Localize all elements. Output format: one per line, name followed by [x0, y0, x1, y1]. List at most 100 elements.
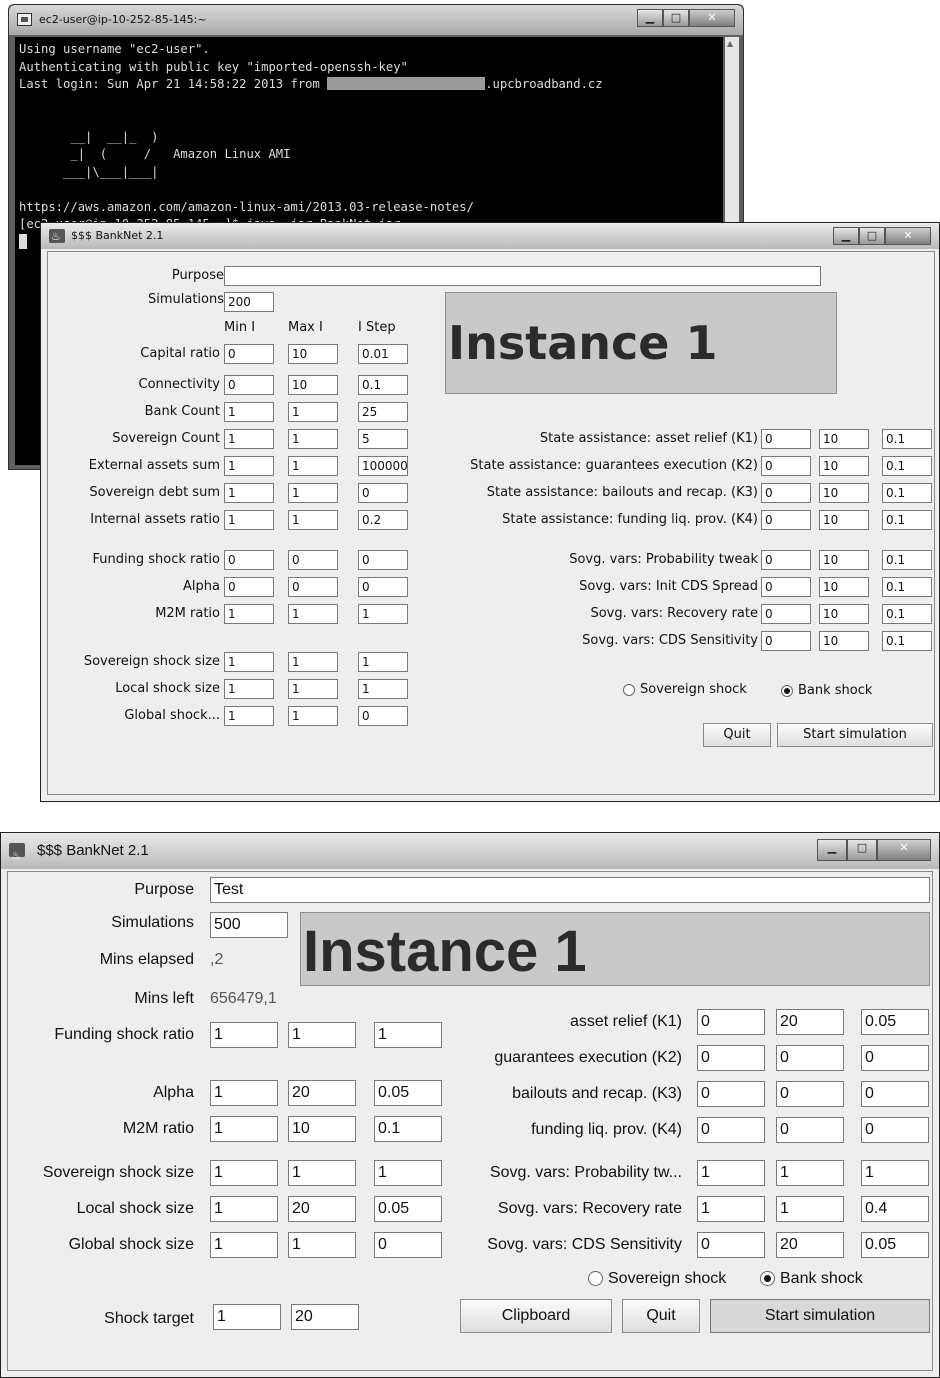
parameter-max-input[interactable]: 20 [288, 1196, 356, 1222]
parameter-max-input[interactable]: 1 [288, 510, 338, 530]
sovereign-shock-radio[interactable]: Sovereign shock [588, 1270, 726, 1288]
parameter-min-input[interactable]: 1 [224, 402, 274, 422]
maximize-icon[interactable]: □ [847, 839, 877, 861]
parameter-step-input[interactable]: 1 [358, 652, 408, 672]
parameter-max-input[interactable]: 0 [288, 577, 338, 597]
parameter-step-input[interactable]: 1 [358, 679, 408, 699]
parameter-min-input[interactable]: 1 [224, 679, 274, 699]
parameter-min-input[interactable]: 0 [761, 577, 811, 597]
parameter-max-input[interactable]: 10 [819, 577, 869, 597]
parameter-min-input[interactable]: 1 [224, 706, 274, 726]
parameter-max-input[interactable]: 10 [288, 1116, 356, 1142]
start-simulation-button[interactable]: Start simulation [710, 1299, 930, 1333]
purpose-input[interactable] [224, 266, 821, 286]
parameter-step-input[interactable]: 0.1 [882, 483, 932, 503]
maximize-icon[interactable]: □ [663, 9, 689, 27]
parameter-step-input[interactable]: 0.4 [861, 1196, 929, 1222]
parameter-max-input[interactable]: 1 [288, 1232, 356, 1258]
parameter-min-input[interactable]: 0 [697, 1009, 765, 1035]
parameter-step-input[interactable]: 1 [861, 1160, 929, 1186]
parameter-max-input[interactable]: 10 [819, 510, 869, 530]
parameter-max-input[interactable]: 20 [288, 1080, 356, 1106]
parameter-min-input[interactable]: 1 [224, 456, 274, 476]
parameter-max-input[interactable]: 1 [288, 679, 338, 699]
parameter-min-input[interactable]: 1 [210, 1232, 278, 1258]
parameter-step-input[interactable]: 0.05 [374, 1196, 442, 1222]
close-icon[interactable]: ✕ [877, 839, 931, 861]
parameter-max-input[interactable]: 10 [819, 550, 869, 570]
quit-button[interactable]: Quit [703, 723, 771, 747]
parameter-step-input[interactable]: 0.05 [861, 1232, 929, 1258]
close-icon[interactable]: ✕ [689, 9, 735, 27]
parameter-min-input[interactable]: 0 [761, 631, 811, 651]
parameter-max-input[interactable]: 10 [819, 456, 869, 476]
parameter-min-input[interactable]: 1 [224, 652, 274, 672]
parameter-step-input[interactable]: 0.1 [882, 631, 932, 651]
parameter-min-input[interactable]: 0 [761, 483, 811, 503]
parameter-max-input[interactable]: 1 [288, 483, 338, 503]
parameter-min-input[interactable]: 1 [224, 604, 274, 624]
parameter-min-input[interactable]: 0 [224, 550, 274, 570]
parameter-step-input[interactable]: 0.05 [374, 1080, 442, 1106]
parameter-max-input[interactable]: 1 [288, 604, 338, 624]
parameter-max-input[interactable]: 1 [288, 456, 338, 476]
parameter-step-input[interactable]: 25 [358, 402, 408, 422]
parameter-step-input[interactable]: 0.1 [882, 429, 932, 449]
parameter-min-input[interactable]: 0 [224, 577, 274, 597]
sovereign-shock-radio[interactable]: Sovereign shock [623, 682, 747, 697]
parameter-min-input[interactable]: 1 [224, 510, 274, 530]
parameter-max-input[interactable]: 20 [776, 1009, 844, 1035]
parameter-min-input[interactable]: 1 [210, 1116, 278, 1142]
minimize-icon[interactable]: ▁ [637, 9, 663, 27]
bank-shock-radio[interactable]: Bank shock [781, 683, 872, 698]
shock-target-max-input[interactable]: 20 [291, 1304, 359, 1330]
parameter-min-input[interactable]: 0 [697, 1117, 765, 1143]
parameter-step-input[interactable]: 0.01 [358, 344, 408, 364]
parameter-min-input[interactable]: 1 [697, 1196, 765, 1222]
parameter-step-input[interactable]: 0.1 [882, 456, 932, 476]
parameter-max-input[interactable]: 10 [288, 344, 338, 364]
parameter-min-input[interactable]: 0 [697, 1045, 765, 1071]
parameter-step-input[interactable]: 0.05 [861, 1009, 929, 1035]
parameter-min-input[interactable]: 1 [210, 1160, 278, 1186]
parameter-step-input[interactable]: 0.1 [882, 604, 932, 624]
parameter-max-input[interactable]: 0 [776, 1117, 844, 1143]
clipboard-button[interactable]: Clipboard [460, 1299, 612, 1333]
parameter-min-input[interactable]: 1 [210, 1080, 278, 1106]
simulations-input[interactable]: 200 [224, 292, 274, 312]
parameter-max-input[interactable]: 10 [819, 631, 869, 651]
parameter-min-input[interactable]: 0 [224, 375, 274, 395]
maximize-icon[interactable]: □ [859, 227, 885, 245]
parameter-max-input[interactable]: 0 [776, 1045, 844, 1071]
parameter-step-input[interactable]: 0.1 [374, 1116, 442, 1142]
quit-button[interactable]: Quit [622, 1299, 700, 1333]
parameter-min-input[interactable]: 0 [761, 456, 811, 476]
parameter-max-input[interactable]: 1 [776, 1196, 844, 1222]
parameter-step-input[interactable]: 0.1 [882, 577, 932, 597]
parameter-step-input[interactable]: 0.1 [882, 510, 932, 530]
parameter-max-input[interactable]: 1 [288, 402, 338, 422]
w2-titlebar[interactable]: $$$ BankNet 2.1 ▁ □ ✕ [1, 833, 939, 874]
parameter-step-input[interactable]: 0.1 [358, 375, 408, 395]
parameter-max-input[interactable]: 0 [288, 550, 338, 570]
bank-shock-radio[interactable]: Bank shock [760, 1270, 863, 1288]
minimize-icon[interactable]: ▁ [817, 839, 847, 861]
parameter-max-input[interactable]: 1 [288, 1022, 356, 1048]
minimize-icon[interactable]: ▁ [833, 227, 859, 245]
parameter-min-input[interactable]: 1 [224, 483, 274, 503]
parameter-step-input[interactable]: 0 [861, 1117, 929, 1143]
parameter-min-input[interactable]: 0 [697, 1232, 765, 1258]
parameter-max-input[interactable]: 1 [288, 652, 338, 672]
purpose-input[interactable]: Test [210, 877, 930, 903]
parameter-min-input[interactable]: 1 [210, 1022, 278, 1048]
parameter-max-input[interactable]: 10 [288, 375, 338, 395]
simulations-input[interactable]: 500 [210, 912, 288, 938]
parameter-max-input[interactable]: 1 [288, 1160, 356, 1186]
parameter-max-input[interactable]: 10 [819, 429, 869, 449]
start-simulation-button[interactable]: Start simulation [777, 723, 933, 747]
parameter-max-input[interactable]: 10 [819, 483, 869, 503]
parameter-min-input[interactable]: 0 [224, 344, 274, 364]
parameter-max-input[interactable]: 0 [776, 1081, 844, 1107]
close-icon[interactable]: ✕ [885, 227, 931, 245]
parameter-step-input[interactable]: 1 [374, 1160, 442, 1186]
